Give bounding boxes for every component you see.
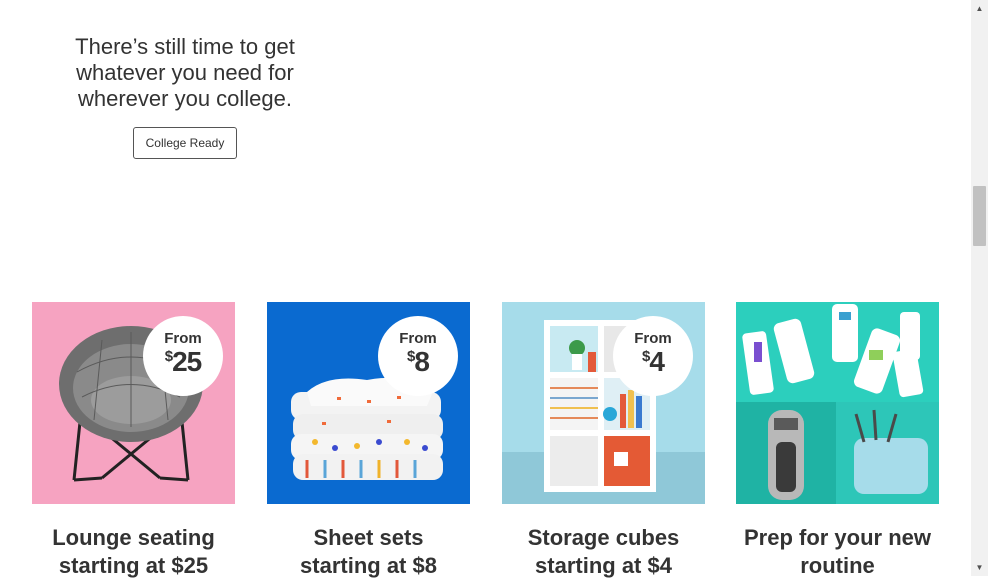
scroll-thumb[interactable] [973, 186, 986, 246]
tile-sheet-sets[interactable]: From $8 Sheet sets starting at $8 [267, 302, 470, 580]
scroll-up-arrow-icon[interactable]: ▲ [971, 0, 988, 17]
badge-amount: 25 [172, 346, 202, 377]
badge-amount: 8 [414, 346, 430, 377]
price-badge: From $25 [143, 316, 223, 396]
tile-caption[interactable]: Storage cubes starting at $4 [502, 524, 705, 580]
personal-care-image[interactable] [736, 302, 939, 504]
price-badge: From $4 [613, 316, 693, 396]
badge-from-label: From [164, 330, 202, 347]
badge-currency: $ [164, 348, 173, 365]
badge-price: $8 [378, 347, 458, 377]
tile-caption[interactable]: Prep for your new routine [736, 524, 939, 580]
tile-caption[interactable]: Sheet sets starting at $8 [267, 524, 470, 580]
badge-from-label: From [399, 330, 437, 347]
tile-storage-cubes[interactable]: From $4 Storage cubes starting at $4 [502, 302, 705, 580]
price-badge: From $8 [378, 316, 458, 396]
tile-prep-routine[interactable]: Prep for your new routine [736, 302, 939, 580]
lounge-chair-image[interactable]: From $25 [32, 302, 235, 504]
badge-amount: 4 [649, 346, 665, 377]
badge-price: $4 [613, 347, 693, 377]
badge-from-label: From [634, 330, 672, 347]
hero-headline: There’s still time to get whatever you n… [75, 34, 295, 111]
scroll-down-arrow-icon[interactable]: ▼ [971, 559, 988, 576]
tile-lounge-seating[interactable]: From $25 Lounge seating starting at $25 [32, 302, 235, 580]
tile-caption[interactable]: Lounge seating starting at $25 [32, 524, 235, 580]
college-ready-button[interactable]: College Ready [132, 127, 238, 159]
badge-price: $25 [143, 347, 223, 377]
sheet-sets-image[interactable]: From $8 [267, 302, 470, 504]
vertical-scrollbar[interactable]: ▲ ▼ [971, 0, 988, 576]
hero-section: There’s still time to get whatever you n… [40, 34, 330, 159]
storage-cubes-image[interactable]: From $4 [502, 302, 705, 504]
